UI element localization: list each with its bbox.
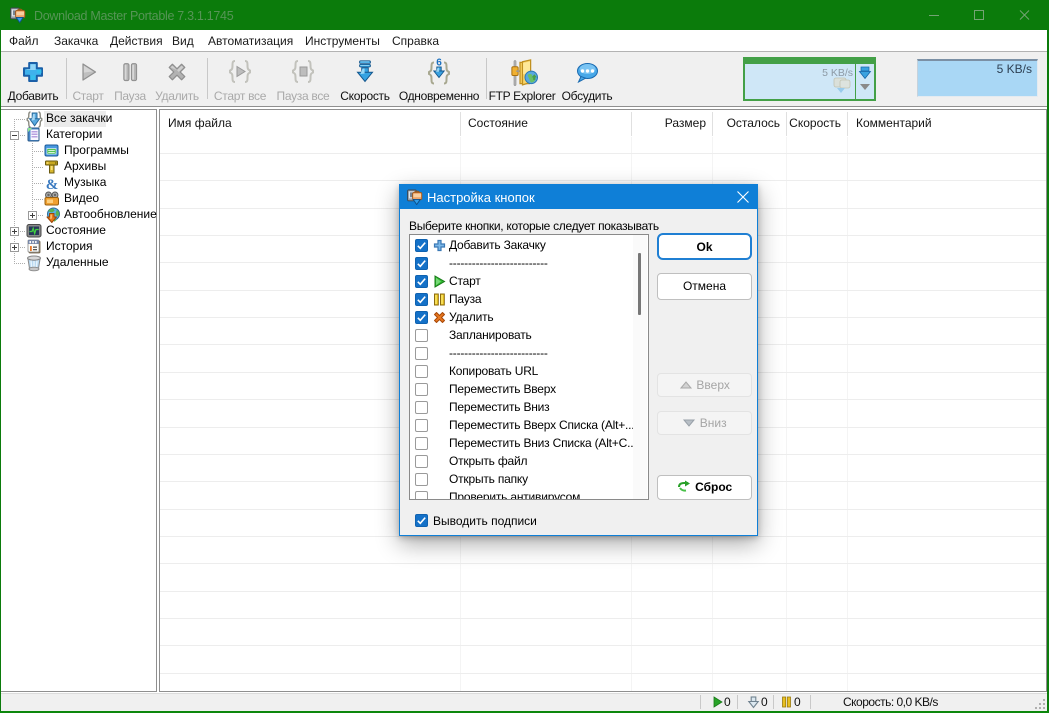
- svg-text:&: &: [46, 177, 59, 192]
